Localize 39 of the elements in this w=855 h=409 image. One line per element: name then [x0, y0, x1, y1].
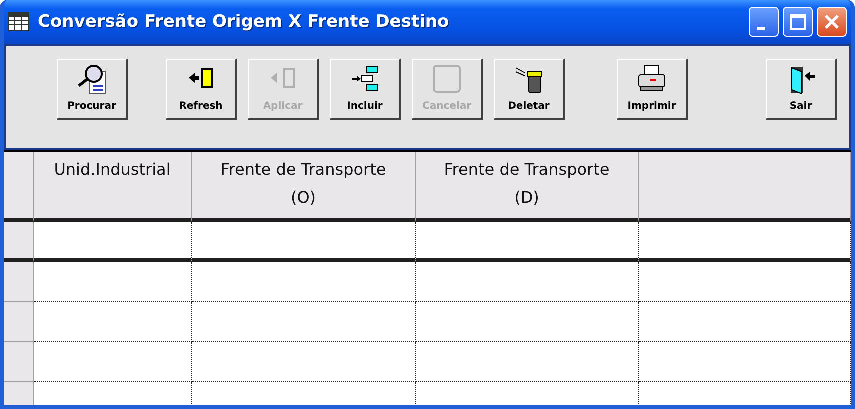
table-cell[interactable]	[639, 302, 851, 342]
window-title: Conversão Frente Origem X Frente Destino	[38, 12, 450, 32]
table-icon	[8, 12, 30, 32]
table-cell[interactable]	[34, 222, 192, 262]
maximize-button[interactable]	[783, 7, 813, 37]
close-button[interactable]	[817, 7, 847, 37]
blank-square-icon	[432, 64, 462, 94]
column-header: Unid.Industrial	[34, 152, 192, 222]
table-cell[interactable]	[192, 342, 416, 382]
table-cell[interactable]	[192, 302, 416, 342]
toolbar-button[interactable]: Incluir	[330, 59, 401, 120]
table-cell[interactable]	[192, 222, 416, 262]
toolbar-button[interactable]: Refresh	[166, 59, 237, 120]
toolbar-button[interactable]: Sair	[766, 59, 837, 120]
table-cell[interactable]	[34, 262, 192, 302]
toolbar-button[interactable]: Procurar	[57, 59, 128, 120]
table-cell[interactable]	[416, 302, 639, 342]
column-header: Frente de Transporte (O)	[192, 152, 416, 222]
table-cell[interactable]	[639, 222, 851, 262]
table-cell[interactable]	[416, 222, 639, 262]
table-cell[interactable]	[192, 262, 416, 302]
toolbar-button[interactable]: Deletar	[494, 59, 565, 120]
tree-add-icon	[349, 64, 381, 94]
table-cell[interactable]	[639, 342, 851, 382]
close-icon	[824, 14, 840, 30]
table-cell[interactable]	[34, 342, 192, 382]
table-cell[interactable]	[34, 302, 192, 342]
table-cell[interactable]	[416, 262, 639, 302]
toolbar-button[interactable]: Imprimir	[617, 59, 688, 120]
magnifier-icon	[76, 64, 108, 96]
minimize-button[interactable]	[749, 7, 779, 37]
table-cell[interactable]	[416, 342, 639, 382]
maximize-icon	[790, 14, 806, 30]
printer-icon	[636, 64, 668, 94]
column-header: Frente de Transporte (D)	[416, 152, 639, 222]
table-cell[interactable]	[639, 262, 851, 302]
minimize-icon	[757, 26, 765, 30]
corner-cell	[4, 152, 34, 222]
row-header[interactable]	[4, 222, 34, 262]
